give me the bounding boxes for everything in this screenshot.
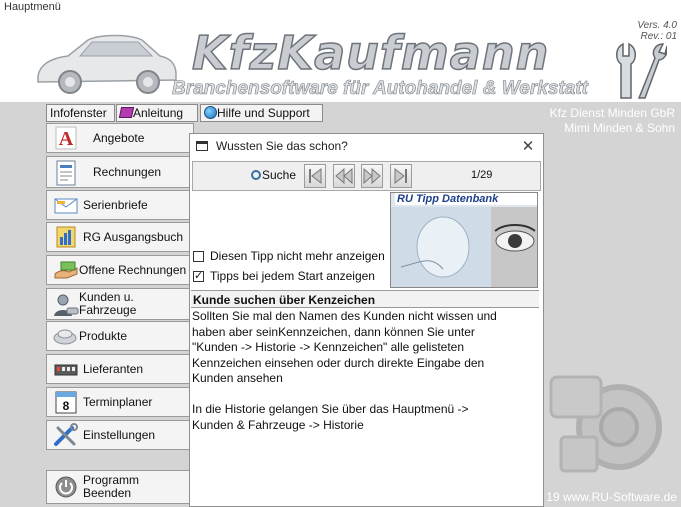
next-icon: [363, 167, 381, 185]
tip-title: Kunde suchen über Kenzeichen: [191, 290, 539, 308]
window-title: Hauptmenü: [0, 0, 681, 16]
app-slogan: Branchensoftware für Autohandel & Werkst…: [172, 78, 589, 100]
nav-label: Rechnungen: [93, 164, 162, 179]
engine-background-image: [549, 375, 662, 473]
app-logo: KfzKaufmann: [191, 26, 550, 80]
version-label: Vers. 4.0: [637, 20, 677, 31]
nav-label: Serienbriefe: [83, 197, 148, 212]
nav-einstellungen-button[interactable]: Einstellungen: [46, 420, 194, 450]
previous-tip-button[interactable]: [333, 164, 355, 188]
show-at-start-checkbox-box[interactable]: ✓: [193, 270, 204, 282]
nav-rechnungen-button[interactable]: Rechnungen: [46, 156, 194, 188]
car-logo-image: [37, 34, 177, 94]
book-icon: [118, 107, 135, 118]
anleitung-button[interactable]: Anleitung: [116, 104, 198, 122]
nav-label: Kunden u. Fahrzeuge: [79, 290, 137, 317]
tip-text: Sollten Sie mal den Namen des Kunden nic…: [192, 309, 497, 432]
app-header: KfzKaufmann Branchensoftware für Autohan…: [0, 16, 681, 102]
anleitung-label: Anleitung: [133, 106, 184, 120]
letter-a-icon: A: [53, 126, 79, 150]
search-label: Suche: [262, 168, 297, 182]
close-icon[interactable]: ✕: [513, 137, 543, 155]
tip-page-counter: 1/29: [471, 169, 493, 181]
copyright-footer: 19 www.RU-Software.de: [546, 490, 677, 504]
hilfe-support-button[interactable]: Hilfe und Support: [200, 104, 323, 122]
truck-icon: [53, 357, 79, 381]
hide-tip-checkbox-box[interactable]: [193, 250, 204, 262]
globe-icon: [204, 106, 217, 119]
nav-label: RG Ausgangsbuch: [83, 229, 184, 244]
company-owner: Mimi Minden & Sohn: [564, 121, 675, 135]
dialog-titlebar: Wussten Sie das schon? ✕: [190, 134, 543, 158]
nav-label: Angebote: [93, 130, 145, 145]
nav-terminplaner-button[interactable]: 8 Terminplaner: [46, 387, 194, 417]
envelope-icon: [53, 193, 79, 217]
nav-produkte-button[interactable]: Produkte: [46, 321, 194, 351]
bulb-eye-picture: [391, 207, 537, 287]
payment-icon: [53, 258, 79, 282]
tip-dialog: Wussten Sie das schon? ✕ Suche 1/29 RU T…: [189, 133, 544, 507]
hilfe-support-label: Hilfe und Support: [217, 106, 310, 120]
nav-label: Lieferanten: [83, 361, 144, 376]
dialog-toolbar: Suche 1/29: [192, 161, 541, 191]
nav-serienbriefe-button[interactable]: Serienbriefe: [46, 190, 194, 220]
show-at-start-checkbox[interactable]: ✓ Tipps bei jedem Start anzeigen: [193, 269, 375, 283]
svg-text:A: A: [59, 128, 74, 150]
nav-angebote-button[interactable]: A Angebote: [46, 123, 194, 153]
dialog-title: Wussten Sie das schon?: [216, 139, 348, 153]
infofenster-button[interactable]: Infofenster: [46, 104, 115, 122]
last-icon: [394, 167, 407, 185]
hide-tip-checkbox[interactable]: Diesen Tipp nicht mehr anzeigen: [193, 249, 385, 263]
nav-label: Produkte: [79, 328, 128, 343]
products-icon: [53, 324, 79, 348]
nav-rg-ausgangsbuch-button[interactable]: RG Ausgangsbuch: [46, 222, 194, 252]
power-icon: [53, 475, 79, 499]
revision-label: Rev.: 01: [640, 31, 678, 42]
last-tip-button[interactable]: [390, 164, 412, 188]
hide-tip-label: Diesen Tipp nicht mehr anzeigen: [210, 249, 385, 263]
first-icon: [309, 167, 322, 185]
calendar-icon: 8: [53, 390, 79, 414]
version-info: Vers. 4.0 Rev.: 01: [637, 20, 677, 42]
company-name: Kfz Dienst Minden GbR: [549, 106, 675, 120]
nav-label: Einstellungen: [83, 427, 156, 442]
nav-offene-rechnungen-button[interactable]: Offene Rechnungen: [46, 255, 194, 285]
show-at-start-label: Tipps bei jedem Start anzeigen: [210, 269, 375, 283]
nav-label: Offene Rechnungen: [79, 262, 187, 277]
nav-label: Programm Beenden: [83, 473, 140, 500]
previous-icon: [335, 167, 353, 185]
dialog-app-icon: [196, 141, 208, 151]
nav-label: Terminplaner: [83, 394, 153, 409]
infofenster-label: Infofenster: [50, 106, 107, 120]
invoice-icon: [53, 160, 79, 186]
customer-icon: [53, 292, 79, 316]
search-icon: [251, 170, 261, 180]
company-info: Kfz Dienst Minden GbR Mimi Minden & Sohn: [550, 106, 675, 136]
nav-programm-beenden-button[interactable]: Programm Beenden: [46, 470, 194, 504]
nav-kunden-fahrzeuge-button[interactable]: Kunden u. Fahrzeuge: [46, 288, 194, 320]
nav-lieferanten-button[interactable]: Lieferanten: [46, 354, 194, 384]
svg-text:8: 8: [63, 399, 70, 413]
next-tip-button[interactable]: [361, 164, 383, 188]
image-caption: RU Tipp Datenbank: [395, 193, 537, 205]
first-tip-button[interactable]: [304, 164, 326, 188]
tools-icon: [53, 423, 79, 447]
wrench-logo-icon: [616, 42, 667, 99]
tip-database-image: RU Tipp Datenbank: [390, 192, 538, 288]
search-button[interactable]: Suche: [251, 168, 296, 182]
ledger-icon: [53, 225, 79, 249]
